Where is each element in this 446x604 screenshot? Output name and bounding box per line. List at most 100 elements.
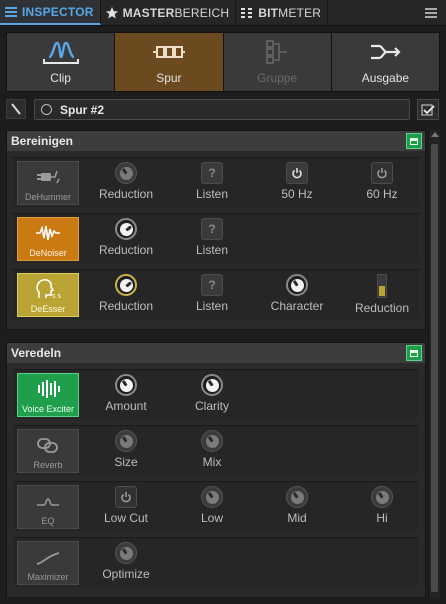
category-spur[interactable]: Spur xyxy=(115,33,223,91)
denoiser-label: DeNoiser xyxy=(29,248,67,258)
tab-masterbereich[interactable]: MASTER BEREICH xyxy=(101,0,237,25)
category-clip[interactable]: Clip xyxy=(7,33,115,91)
eq-mid: Mid xyxy=(254,486,340,530)
exciter-amount: Amount xyxy=(83,374,169,418)
eq-low-label: Low xyxy=(200,511,223,525)
section-veredeln-power-button[interactable] xyxy=(406,345,422,361)
eq-low-cut-power-icon[interactable] xyxy=(115,486,137,508)
deesser-character-knob[interactable] xyxy=(286,274,308,296)
deesser-label: DeEsser xyxy=(30,304,66,314)
svg-text:s s: s s xyxy=(52,293,61,300)
dehummer-60hz: 60 Hz xyxy=(339,162,425,206)
track-icon xyxy=(152,46,185,58)
exciter-clarity-knob[interactable] xyxy=(201,374,223,396)
reverb-mix-knob[interactable] xyxy=(201,430,223,452)
bars-icon xyxy=(38,380,60,398)
eq-low-cut-label: Low Cut xyxy=(103,511,149,525)
denoiser-reduction: Reduction xyxy=(83,218,169,262)
exciter-amount-knob[interactable] xyxy=(115,374,137,396)
menu-icon xyxy=(425,7,437,18)
deesser-character: Character xyxy=(254,274,340,318)
edit-track-button[interactable] xyxy=(6,99,26,119)
denoiser-reduction-knob[interactable] xyxy=(115,218,137,240)
reverb-icon xyxy=(37,438,58,453)
module-reverb: Reverb Size Mix xyxy=(13,425,419,475)
eq-low-knob[interactable] xyxy=(201,486,223,508)
meter-icon xyxy=(241,7,253,18)
maximizer-optimize: Optimize xyxy=(83,542,169,586)
denoiser-listen-label: Listen xyxy=(195,243,229,257)
section-veredeln-title: Veredeln xyxy=(11,346,62,360)
listen-icon[interactable]: ? xyxy=(201,274,223,296)
dehummer-toggle[interactable]: DeHummer xyxy=(17,161,79,205)
maximizer-optimize-label: Optimize xyxy=(102,567,150,581)
module-deesser: s s DeEsser Reduction ? Listen Character xyxy=(13,269,419,319)
track-name: Spur #2 xyxy=(60,102,105,117)
waveform-icon xyxy=(42,41,79,64)
section-bereinigen-power-button[interactable] xyxy=(406,133,422,149)
category-ausgabe-label: Ausgabe xyxy=(361,71,410,85)
denoiser-toggle[interactable]: DeNoiser xyxy=(17,217,79,261)
reverb-mix-label: Mix xyxy=(202,455,222,469)
dehummer-50hz: 50 Hz xyxy=(254,162,340,206)
maximizer-curve-icon xyxy=(36,552,60,565)
tab-bitmeter-bold: BIT xyxy=(258,5,279,20)
vertical-scrollbar[interactable] xyxy=(428,130,440,598)
section-bereinigen: Bereinigen DeHummer Reduction ? Listen 5… xyxy=(6,130,426,330)
maximizer-label: Maximizer xyxy=(27,572,69,582)
power-icon xyxy=(410,137,418,145)
module-eq: EQ Low Cut Low Mid Hi xyxy=(13,481,419,531)
track-confirm-button[interactable] xyxy=(417,99,439,120)
deesser-listen: ? Listen xyxy=(169,274,255,318)
category-spur-label: Spur xyxy=(156,71,182,85)
reverb-label: Reverb xyxy=(33,460,63,470)
eq-toggle[interactable]: EQ xyxy=(17,485,79,529)
tab-inspector[interactable]: INSPECTOR xyxy=(0,0,101,25)
voice-exciter-toggle[interactable]: Voice Exciter xyxy=(17,373,79,417)
scrollbar-thumb[interactable] xyxy=(431,144,438,592)
deesser-listen-label: Listen xyxy=(195,299,229,313)
section-veredeln: Veredeln Voice Exciter Amount Clarity Re… xyxy=(6,342,426,598)
reverb-size-knob[interactable] xyxy=(115,430,137,452)
category-clip-label: Clip xyxy=(50,71,71,85)
dehummer-60hz-power-icon[interactable] xyxy=(371,162,393,184)
track-name-field[interactable]: Spur #2 xyxy=(34,99,410,120)
category-ausgabe[interactable]: Ausgabe xyxy=(331,33,439,91)
modules-scroll-area: Bereinigen DeHummer Reduction ? Listen 5… xyxy=(6,130,426,598)
voice-head-icon: s s xyxy=(36,279,61,300)
listen-icon[interactable]: ? xyxy=(201,162,223,184)
noise-wave-icon xyxy=(36,225,60,241)
exciter-clarity: Clarity xyxy=(169,374,255,418)
dehummer-60hz-label: 60 Hz xyxy=(366,187,398,201)
category-selector: Clip Spur Gruppe Ausgabe xyxy=(6,32,440,92)
tab-inspector-label: INSPECTOR xyxy=(22,4,94,19)
deesser-reduction-knob[interactable] xyxy=(115,274,137,296)
power-icon xyxy=(410,349,418,357)
category-gruppe[interactable]: Gruppe xyxy=(223,33,331,91)
tab-bitmeter[interactable]: BIT METER xyxy=(236,0,329,25)
reverb-size-label: Size xyxy=(114,455,138,469)
module-denoiser: DeNoiser Reduction ? Listen xyxy=(13,213,419,263)
plug-icon xyxy=(37,170,60,184)
star-icon xyxy=(105,6,118,18)
deesser-toggle[interactable]: s s DeEsser xyxy=(17,273,79,317)
reverb-mix: Mix xyxy=(169,430,255,474)
eq-mid-knob[interactable] xyxy=(286,486,308,508)
section-veredeln-header[interactable]: Veredeln xyxy=(7,343,425,363)
scroll-up-arrow-icon[interactable] xyxy=(431,132,439,137)
top-tab-bar: INSPECTOR MASTER BEREICH BIT METER xyxy=(0,0,446,26)
panel-menu-button[interactable] xyxy=(416,0,446,25)
tab-masterbereich-thin: BEREICH xyxy=(174,5,230,20)
maximizer-optimize-knob[interactable] xyxy=(115,542,137,564)
dehummer-listen: ? Listen xyxy=(169,162,255,206)
reverb-toggle[interactable]: Reverb xyxy=(17,429,79,473)
maximizer-toggle[interactable]: Maximizer xyxy=(17,541,79,585)
dehummer-50hz-power-icon[interactable] xyxy=(286,162,308,184)
listen-icon[interactable]: ? xyxy=(201,218,223,240)
eq-hi-knob[interactable] xyxy=(371,486,393,508)
dehummer-reduction-knob[interactable] xyxy=(115,162,137,184)
section-bereinigen-header[interactable]: Bereinigen xyxy=(7,131,425,151)
deesser-reduction-meter-label: Reduction xyxy=(354,301,410,315)
module-maximizer: Maximizer Optimize xyxy=(13,537,419,587)
tab-bitmeter-thin: METER xyxy=(278,5,322,20)
